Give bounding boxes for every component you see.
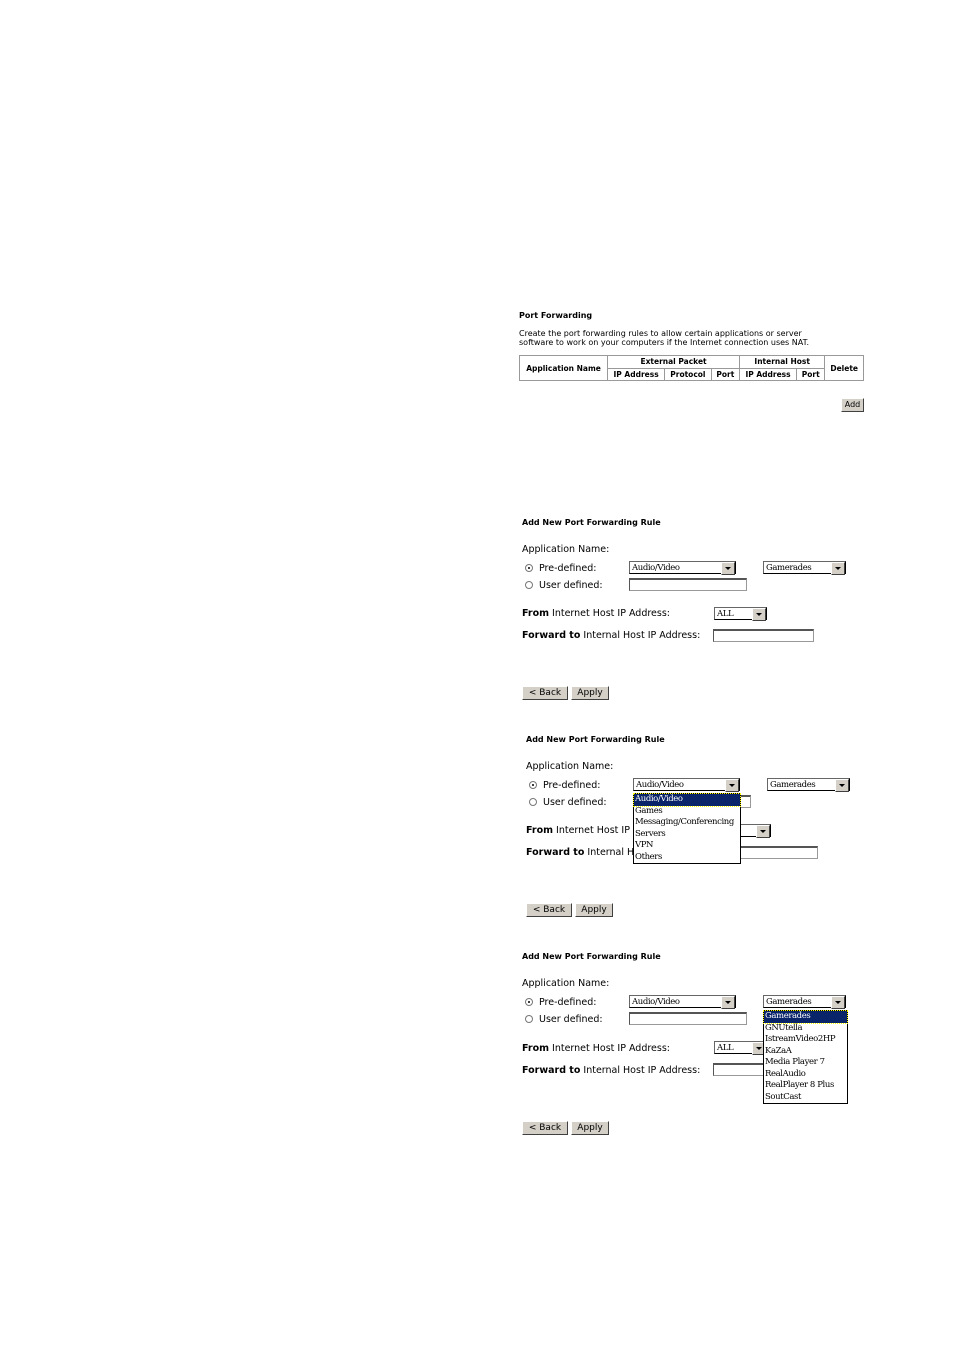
chevron-down-icon[interactable] bbox=[725, 779, 739, 792]
col-ext-protocol: Protocol bbox=[664, 367, 712, 381]
port-forwarding-table: Application Name External Packet Interna… bbox=[518, 355, 864, 381]
col-int-ip-address: IP Address bbox=[739, 367, 798, 381]
application-option[interactable]: RealPlayer 8 Plus bbox=[764, 1080, 847, 1092]
forward-label-bold: Forward to bbox=[522, 1065, 581, 1076]
chevron-down-icon[interactable] bbox=[756, 825, 770, 838]
application-select-value: Gamerades bbox=[766, 997, 812, 1007]
forward-label-text: Internal Host IP Address: bbox=[583, 1065, 701, 1076]
col-int-port: Port bbox=[796, 367, 826, 381]
predefined-label: Pre-defined: bbox=[543, 780, 601, 791]
back-button[interactable]: < Back bbox=[522, 686, 568, 700]
forward-label: Forward to Internal Host IP Address: bbox=[522, 630, 700, 641]
chevron-down-icon[interactable] bbox=[721, 996, 735, 1009]
col-ext-ip-address: IP Address bbox=[607, 367, 666, 381]
predefined-radio[interactable] bbox=[529, 781, 537, 789]
application-name-label: Application Name: bbox=[526, 761, 614, 772]
category-option[interactable]: Games bbox=[634, 806, 740, 818]
from-ip-select[interactable]: ALL bbox=[714, 1041, 767, 1055]
chevron-down-icon[interactable] bbox=[721, 562, 735, 575]
application-name-label: Application Name: bbox=[522, 978, 610, 989]
category-select-value: Audio/Video bbox=[632, 997, 680, 1007]
user-defined-radio[interactable] bbox=[525, 1015, 533, 1023]
from-ip-select-value: ALL bbox=[717, 1043, 734, 1053]
port-forwarding-title: Port Forwarding bbox=[519, 311, 593, 320]
col-ext-port: Port bbox=[710, 367, 741, 381]
application-option[interactable]: Media Player 7 bbox=[764, 1057, 847, 1069]
back-button[interactable]: < Back bbox=[526, 903, 572, 917]
application-select-value: Gamerades bbox=[770, 780, 816, 790]
form-title: Add New Port Forwarding Rule bbox=[522, 518, 661, 527]
user-defined-radio[interactable] bbox=[525, 581, 533, 589]
user-defined-radio[interactable] bbox=[529, 798, 537, 806]
from-label-bold: From bbox=[522, 608, 549, 619]
application-name-label: Application Name: bbox=[522, 544, 610, 555]
col-application-name: Application Name bbox=[518, 355, 609, 381]
predefined-radio[interactable] bbox=[525, 998, 533, 1006]
add-button[interactable]: Add bbox=[841, 398, 864, 412]
application-option[interactable]: Gamerades bbox=[763, 1010, 848, 1024]
user-defined-input[interactable] bbox=[629, 578, 747, 591]
chevron-down-icon[interactable] bbox=[752, 608, 766, 621]
description-line-1: Create the port forwarding rules to allo… bbox=[519, 329, 802, 338]
group-external-packet: External Packet bbox=[607, 355, 741, 369]
category-option[interactable]: VPN bbox=[634, 840, 740, 852]
forward-ip-input[interactable] bbox=[713, 629, 814, 642]
predefined-label: Pre-defined: bbox=[539, 997, 597, 1008]
from-label-bold: From bbox=[526, 825, 553, 836]
application-option[interactable]: KaZaA bbox=[764, 1046, 847, 1058]
apply-button[interactable]: Apply bbox=[575, 903, 613, 917]
chevron-down-icon[interactable] bbox=[831, 562, 845, 575]
from-label-text: Internet Host IP Address: bbox=[552, 1043, 671, 1054]
application-select[interactable]: Gamerades bbox=[767, 778, 850, 792]
from-label-text: Internet Host IP Address: bbox=[552, 608, 671, 619]
category-select-value: Audio/Video bbox=[632, 563, 680, 573]
application-select[interactable]: Gamerades bbox=[763, 561, 846, 575]
category-select[interactable]: Audio/Video bbox=[629, 561, 736, 575]
forward-label-bold: Forward to bbox=[522, 630, 581, 641]
from-label: From Internet Host IP Address: bbox=[522, 1043, 670, 1054]
predefined-label: Pre-defined: bbox=[539, 563, 597, 574]
category-select-value: Audio/Video bbox=[636, 780, 684, 790]
description-line-2: software to work on your computers if th… bbox=[519, 338, 810, 347]
apply-button[interactable]: Apply bbox=[571, 1121, 609, 1135]
chevron-down-icon[interactable] bbox=[835, 779, 849, 792]
user-defined-input[interactable] bbox=[629, 1012, 747, 1025]
from-label: From Internet Host IP Address: bbox=[522, 608, 670, 619]
category-option[interactable]: Others bbox=[634, 852, 740, 864]
application-option[interactable]: RealAudio bbox=[764, 1069, 847, 1081]
forward-label-text: Internal Host IP Address: bbox=[583, 630, 701, 641]
application-select-value: Gamerades bbox=[766, 563, 812, 573]
chevron-down-icon[interactable] bbox=[831, 996, 845, 1009]
application-option[interactable]: IstreamVideo2HP bbox=[764, 1034, 847, 1046]
from-ip-select-value: ALL bbox=[717, 609, 734, 619]
category-option[interactable]: Messaging/Conferencing bbox=[634, 817, 740, 829]
user-defined-label: User defined: bbox=[539, 1014, 603, 1025]
category-option[interactable]: Servers bbox=[634, 829, 740, 841]
form-title: Add New Port Forwarding Rule bbox=[526, 735, 665, 744]
form-title: Add New Port Forwarding Rule bbox=[522, 952, 661, 961]
forward-label: Forward to Internal Host IP Address: bbox=[522, 1065, 700, 1076]
from-label-bold: From bbox=[522, 1043, 549, 1054]
apply-button[interactable]: Apply bbox=[571, 686, 609, 700]
category-select[interactable]: Audio/Video bbox=[633, 778, 740, 792]
user-defined-label: User defined: bbox=[539, 580, 603, 591]
predefined-radio[interactable] bbox=[525, 564, 533, 572]
user-defined-label: User defined: bbox=[543, 797, 607, 808]
application-option[interactable]: GNUtella bbox=[764, 1023, 847, 1035]
application-option[interactable]: SoutCast bbox=[764, 1092, 847, 1104]
col-delete: Delete bbox=[824, 355, 864, 381]
forward-label-bold: Forward to bbox=[526, 847, 585, 858]
port-forwarding-description: Create the port forwarding rules to allo… bbox=[519, 329, 809, 347]
back-button[interactable]: < Back bbox=[522, 1121, 568, 1135]
application-dropdown-list: Gamerades GNUtella IstreamVideo2HP KaZaA… bbox=[763, 1010, 848, 1104]
application-select[interactable]: Gamerades bbox=[763, 995, 846, 1009]
from-ip-select[interactable]: ALL bbox=[714, 607, 767, 621]
group-internal-host: Internal Host bbox=[739, 355, 826, 369]
category-option[interactable]: Audio/Video bbox=[633, 793, 741, 807]
category-select[interactable]: Audio/Video bbox=[629, 995, 736, 1009]
category-dropdown-list: Audio/Video Games Messaging/Conferencing… bbox=[633, 793, 741, 864]
